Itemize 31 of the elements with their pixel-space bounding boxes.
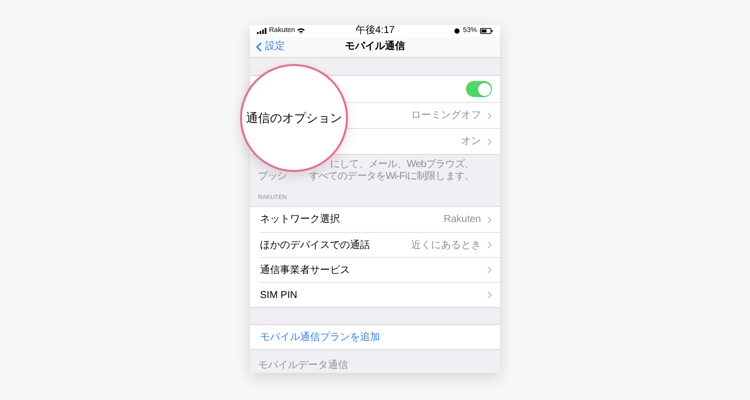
settings-row[interactable]: ネットワーク選択 Rakuten (260, 207, 500, 232)
chevron-icon (487, 291, 492, 299)
wifi-icon (297, 28, 306, 34)
settings-row[interactable]: SIM PIN (260, 282, 500, 307)
row-label: 通信事業者サービス (260, 264, 350, 278)
row-label: SIM PIN (260, 288, 298, 302)
chevron-icon (487, 266, 492, 274)
footer-text: すべてのデータをWi-Fiに制限します。 (308, 171, 474, 183)
battery-icon (480, 28, 493, 34)
toggle-switch[interactable] (466, 81, 492, 97)
signal-icon (257, 28, 267, 34)
chevron-icon (487, 112, 492, 120)
row-label: ネットワーク選択 (260, 213, 340, 227)
chevron-icon (487, 138, 492, 146)
footer-text: ブッシ (258, 171, 287, 183)
row-value: ローミングオフ (411, 109, 481, 123)
row-label: ほかのデバイスでの通話 (260, 238, 370, 252)
row-value: 近くにあるとき (411, 238, 481, 252)
row-value: オン (461, 135, 481, 149)
section-header: モバイルデータ通信 (258, 358, 348, 373)
settings-row[interactable]: 通信事業者サービス (260, 257, 500, 282)
settings-row[interactable]: ほかのデバイスでの通話 近くにあるとき (260, 232, 500, 257)
row-value: Rakuten (444, 213, 481, 227)
back-chevron-icon (256, 42, 262, 52)
status-time: 午後4:17 (355, 25, 395, 38)
magnified-label: 通信のオプション (246, 110, 342, 127)
footer-text: にして、メール、Webブラウズ、 (330, 159, 474, 170)
back-button[interactable]: 設定 (256, 39, 285, 54)
chevron-icon (487, 241, 492, 249)
nav-title: モバイル通信 (345, 40, 405, 54)
chevron-icon (487, 216, 492, 224)
